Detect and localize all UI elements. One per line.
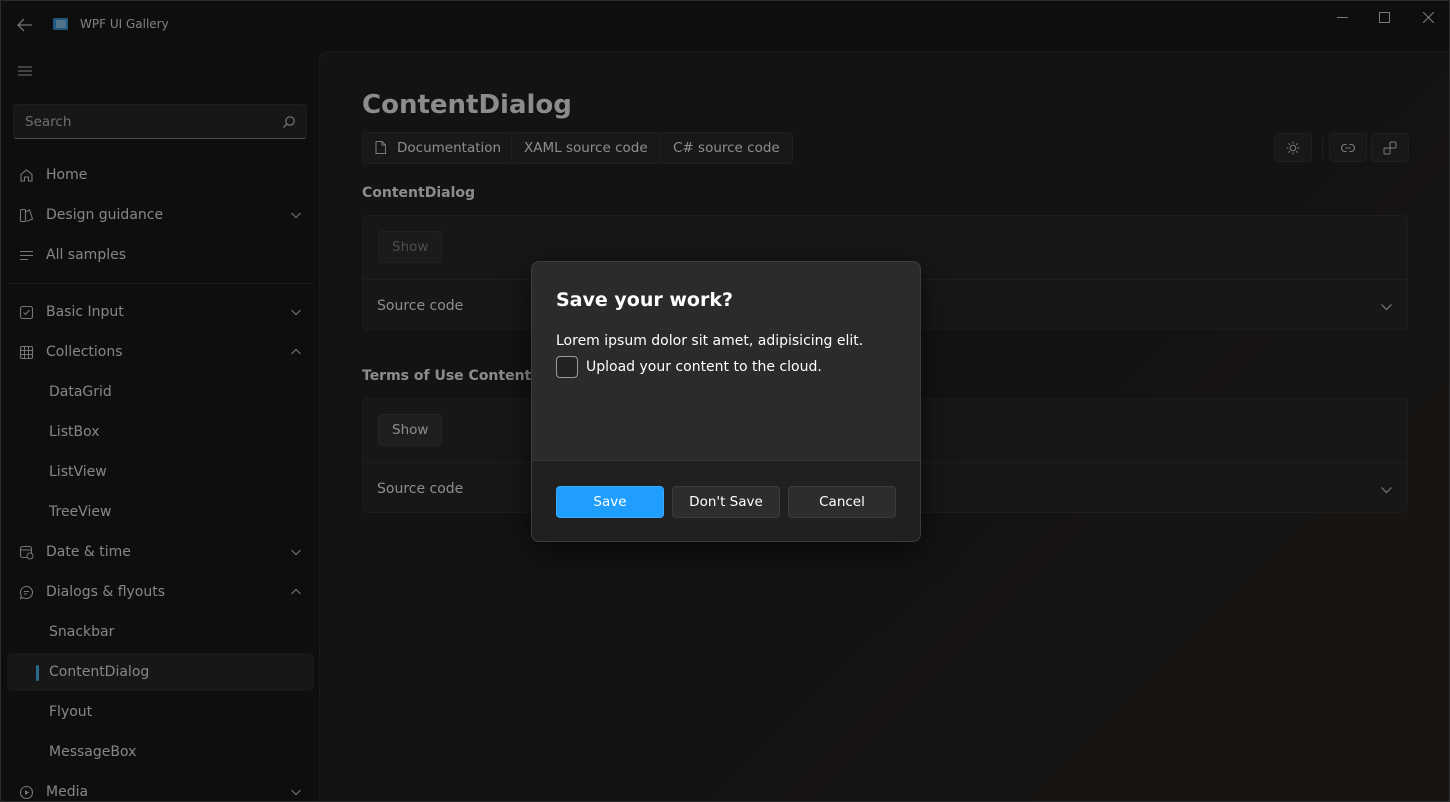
dont-save-button[interactable]: Don't Save [672, 486, 780, 518]
content-dialog: Save your work? Lorem ipsum dolor sit am… [531, 261, 921, 542]
upload-checkbox[interactable] [556, 356, 578, 378]
upload-checkbox-label[interactable]: Upload your content to the cloud. [586, 359, 822, 375]
save-button[interactable]: Save [556, 486, 664, 518]
cancel-button[interactable]: Cancel [788, 486, 896, 518]
dialog-title: Save your work? [556, 289, 733, 311]
app-window: WPF UI Gallery Home Design guidance [0, 0, 1450, 802]
dialog-footer: Save Don't Save Cancel [532, 460, 920, 541]
dialog-body-text: Lorem ipsum dolor sit amet, adipisicing … [556, 333, 864, 349]
